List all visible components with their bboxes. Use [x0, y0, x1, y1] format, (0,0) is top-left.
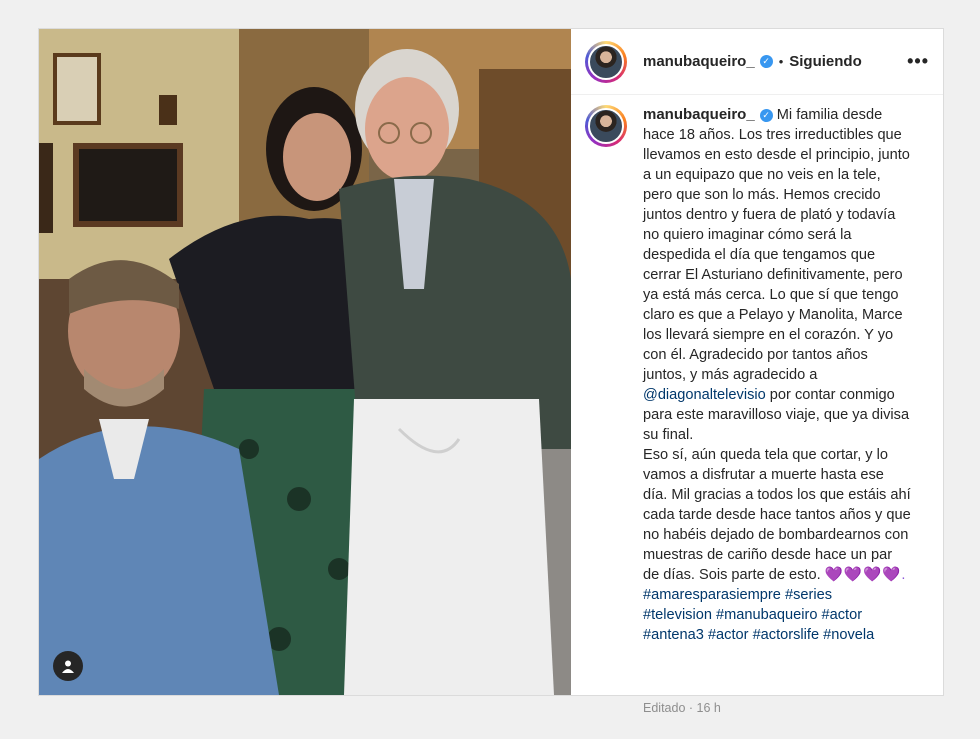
edited-label: Editado [643, 701, 686, 715]
mention-link[interactable]: @diagonaltelevisio [643, 387, 766, 403]
hashtag-link[interactable]: #television [643, 607, 712, 623]
caption-row: manubaqueiro_ ✓ Mi familia desde hace 18 … [571, 95, 943, 645]
hashtag-link[interactable]: #manubaqueiro [716, 607, 817, 623]
avatar[interactable] [588, 43, 624, 80]
following-button[interactable]: Siguiendo [789, 53, 862, 70]
caption-text-1: Mi familia desde hace 18 años. Los tres … [643, 107, 910, 383]
caption-verified-icon: ✓ [759, 109, 773, 122]
post-time[interactable]: 16 h [697, 701, 721, 715]
more-options-icon[interactable]: ••• [907, 51, 929, 72]
purple-hearts: 💜💜💜💜. [824, 567, 907, 583]
caption-username[interactable]: manubaqueiro_ [643, 106, 755, 123]
photo-illustration [39, 29, 571, 695]
hashtag-link[interactable]: #novela [823, 627, 874, 643]
post-header: manubaqueiro_ ✓ • Siguiendo ••• [571, 29, 943, 95]
hashtag-link[interactable]: #series [785, 587, 832, 603]
verified-icon: ✓ [759, 55, 773, 68]
hashtag-link[interactable]: #actorslife [753, 627, 820, 643]
caption: manubaqueiro_ ✓ Mi familia desde hace 18 … [643, 105, 911, 645]
post-card: manubaqueiro_ ✓ • Siguiendo ••• manubaqu… [38, 28, 944, 715]
caption-text-3: Eso sí, aún queda tela que cortar, y lo … [643, 447, 911, 583]
hashtag-link[interactable]: #actor [708, 627, 749, 643]
caption-story-ring[interactable] [585, 105, 627, 147]
user-tag-icon[interactable] [53, 651, 83, 681]
hashtag-link[interactable]: #antena3 [643, 627, 704, 643]
header-username[interactable]: manubaqueiro_ [643, 53, 755, 70]
edited-timestamp: Editado · 16 h [643, 701, 721, 715]
caption-avatar[interactable] [588, 108, 624, 144]
hashtag-link[interactable]: #actor [822, 607, 863, 623]
story-ring[interactable] [585, 40, 627, 83]
post-sidebar: manubaqueiro_ ✓ • Siguiendo ••• manubaqu… [571, 29, 943, 715]
post-photo[interactable] [39, 29, 571, 695]
separator-dot: • [778, 54, 784, 69]
hashtag-link[interactable]: #amaresparasiempre [643, 587, 781, 603]
